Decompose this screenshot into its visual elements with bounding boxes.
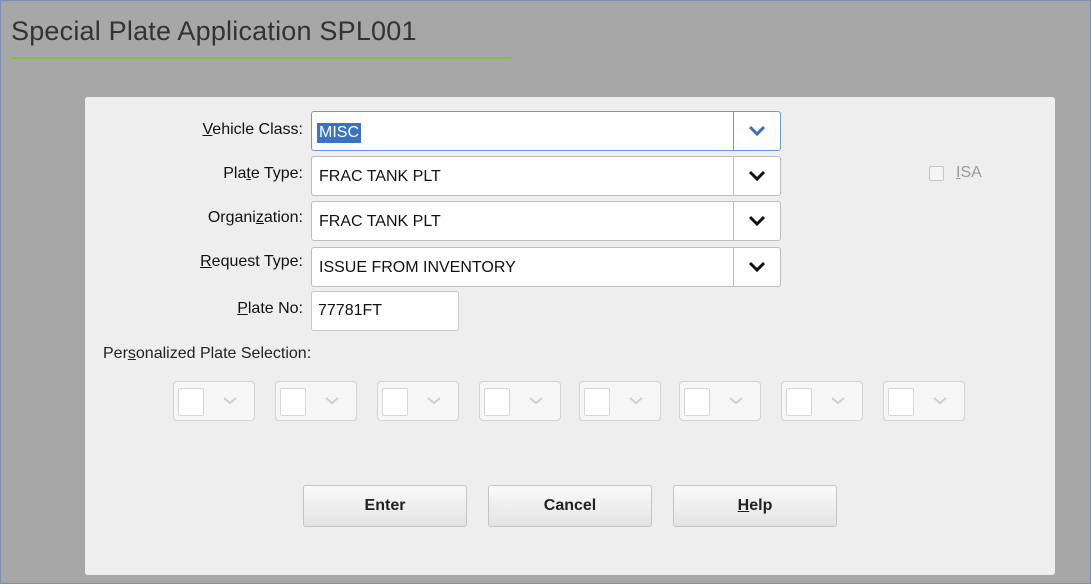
isa-label: ISA: [956, 164, 982, 181]
plate-char-dropdown-button[interactable]: [410, 382, 458, 420]
plate-no-label: Plate No:: [237, 300, 303, 317]
plate-type-label: Plate Type:: [223, 165, 303, 182]
plate-char-select-3[interactable]: [377, 381, 459, 421]
enter-button[interactable]: Enter: [303, 485, 467, 527]
chevron-down-icon: [748, 125, 766, 137]
plate-char-dropdown-button[interactable]: [512, 382, 560, 420]
request-type-dropdown-button[interactable]: [733, 248, 780, 286]
plate-char-box: [280, 388, 306, 416]
plate-char-box: [786, 388, 812, 416]
plate-type-dropdown-button[interactable]: [733, 157, 780, 195]
plate-char-box: [382, 388, 408, 416]
plate-char-box: [584, 388, 610, 416]
plate-char-select-5[interactable]: [579, 381, 661, 421]
chevron-down-icon: [529, 397, 543, 405]
plate-type-value: FRAC TANK PLT: [319, 168, 441, 185]
title-underline: [11, 57, 511, 59]
plate-char-select-6[interactable]: [679, 381, 761, 421]
personalized-plate-label: Personalized Plate Selection:: [103, 345, 312, 362]
chevron-down-icon: [325, 397, 339, 405]
organization-value: FRAC TANK PLT: [319, 213, 441, 230]
plate-char-dropdown-button[interactable]: [712, 382, 760, 420]
plate-no-input[interactable]: 77781FT: [311, 291, 459, 331]
plate-char-select-8[interactable]: [883, 381, 965, 421]
chevron-down-icon: [748, 170, 766, 182]
chevron-down-icon: [427, 397, 441, 405]
plate-char-box: [888, 388, 914, 416]
chevron-down-icon: [748, 215, 766, 227]
plate-char-dropdown-button[interactable]: [308, 382, 356, 420]
isa-checkbox-box[interactable]: [929, 165, 944, 181]
plate-char-box: [484, 388, 510, 416]
isa-checkbox[interactable]: ISA: [929, 164, 982, 182]
plate-char-dropdown-button[interactable]: [916, 382, 964, 420]
organization-label: Organization:: [207, 209, 303, 226]
chevron-down-icon: [831, 397, 845, 405]
plate-no-value: 77781FT: [318, 302, 383, 319]
vehicle-class-dropdown-button[interactable]: [733, 112, 780, 150]
cancel-button[interactable]: Cancel: [488, 485, 652, 527]
plate-char-dropdown-button[interactable]: [814, 382, 862, 420]
plate-char-dropdown-button[interactable]: [206, 382, 254, 420]
vehicle-class-value: MISC: [317, 123, 361, 143]
organization-select[interactable]: FRAC TANK PLT: [311, 201, 781, 241]
vehicle-class-label: Vehicle Class:: [202, 121, 304, 138]
request-type-select[interactable]: ISSUE FROM INVENTORY: [311, 247, 781, 287]
chevron-down-icon: [223, 397, 237, 405]
request-type-label: Request Type:: [200, 253, 303, 270]
chevron-down-icon: [933, 397, 947, 405]
plate-char-select-2[interactable]: [275, 381, 357, 421]
help-button[interactable]: Help: [673, 485, 837, 527]
plate-char-box: [684, 388, 710, 416]
plate-char-select-1[interactable]: [173, 381, 255, 421]
plate-char-select-7[interactable]: [781, 381, 863, 421]
plate-type-select[interactable]: FRAC TANK PLT: [311, 156, 781, 196]
chevron-down-icon: [629, 397, 643, 405]
vehicle-class-select[interactable]: MISC: [311, 111, 781, 151]
chevron-down-icon: [729, 397, 743, 405]
chevron-down-icon: [748, 261, 766, 273]
request-type-value: ISSUE FROM INVENTORY: [319, 259, 516, 276]
plate-char-box: [178, 388, 204, 416]
plate-char-dropdown-button[interactable]: [612, 382, 660, 420]
app-window: Special Plate Application SPL001 Vehicle…: [0, 0, 1091, 584]
organization-dropdown-button[interactable]: [733, 202, 780, 240]
page-title: Special Plate Application SPL001: [11, 16, 417, 46]
plate-char-select-4[interactable]: [479, 381, 561, 421]
